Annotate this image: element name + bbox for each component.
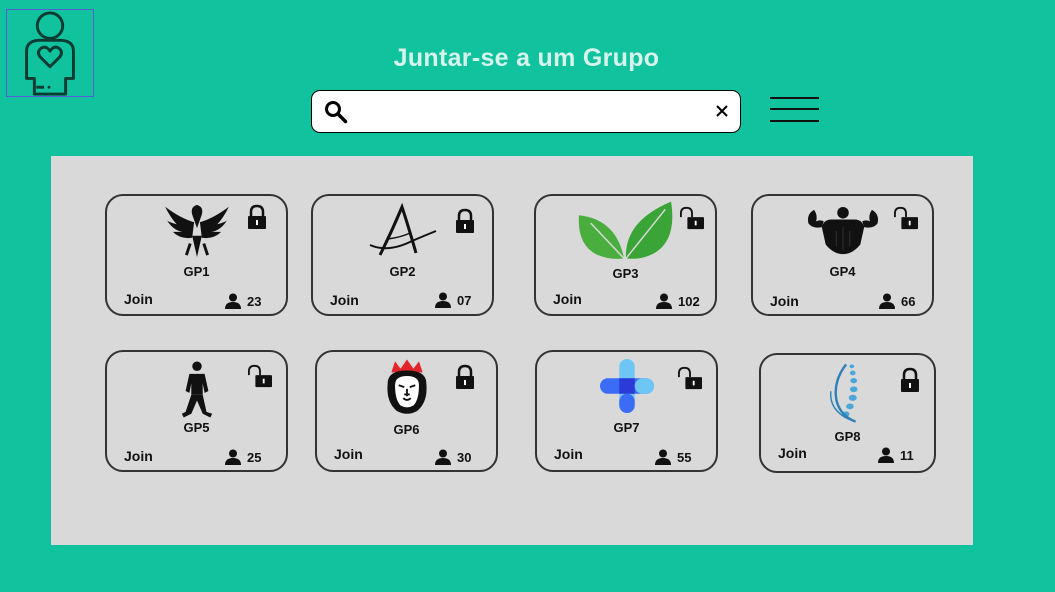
- group-card-gp5[interactable]: GP5 Join 25: [105, 350, 288, 472]
- group-name: GP6: [393, 422, 420, 437]
- member-count: 25: [225, 449, 261, 465]
- leaves-icon: [578, 201, 672, 259]
- member-count-value: 23: [247, 293, 262, 309]
- lock-open-icon: [248, 364, 272, 388]
- bodybuilder-icon: [807, 206, 878, 255]
- hamburger-menu-icon[interactable]: [770, 94, 820, 128]
- join-button[interactable]: Join: [554, 446, 583, 462]
- member-count: 23: [225, 293, 261, 309]
- member-count-value: 11: [900, 447, 914, 463]
- join-button[interactable]: Join: [124, 448, 153, 464]
- member-count: 11: [878, 447, 914, 463]
- user-icon: [655, 449, 671, 465]
- lock-open-icon: [678, 366, 702, 390]
- member-count-value: 102: [678, 293, 700, 309]
- join-button[interactable]: Join: [330, 292, 359, 308]
- lock-closed-icon: [456, 364, 474, 389]
- search-icon[interactable]: [324, 100, 348, 124]
- group-card-gp1[interactable]: GP1 Join 23: [105, 194, 288, 316]
- medical-cross-icon: [599, 359, 654, 413]
- member-count: 102: [656, 293, 700, 309]
- groups-panel: GP1 Join 23 GP2 Join 07 GP3 Join 102 GP4…: [51, 156, 973, 545]
- join-button[interactable]: Join: [778, 445, 807, 461]
- member-count-value: 55: [677, 449, 692, 465]
- lock-open-icon: [894, 206, 918, 230]
- group-card-gp4[interactable]: GP4 Join 66: [751, 194, 934, 316]
- join-button[interactable]: Join: [553, 291, 582, 307]
- join-button[interactable]: Join: [770, 293, 799, 309]
- member-count: 07: [435, 292, 471, 308]
- user-icon: [878, 447, 894, 463]
- close-icon[interactable]: [712, 101, 732, 121]
- group-name: GP4: [829, 264, 856, 279]
- group-card-gp6[interactable]: GP6 Join 30: [315, 350, 498, 472]
- user-icon: [435, 292, 451, 308]
- letter-a-icon: [369, 203, 436, 256]
- search-bar[interactable]: [311, 90, 741, 133]
- lock-closed-icon: [901, 367, 919, 392]
- member-count-value: 07: [457, 292, 472, 308]
- user-icon: [225, 293, 241, 309]
- lock-closed-icon: [456, 208, 474, 233]
- user-icon: [435, 449, 451, 465]
- group-name: GP8: [834, 429, 861, 444]
- group-card-gp8[interactable]: GP8 Join 11: [759, 353, 936, 473]
- spine-icon: [829, 363, 858, 423]
- user-icon: [879, 293, 895, 309]
- lock-closed-icon: [248, 204, 266, 229]
- search-input[interactable]: [356, 97, 690, 127]
- page-title: Juntar-se a um Grupo: [393, 44, 660, 72]
- member-count: 30: [435, 449, 471, 465]
- member-count-value: 25: [247, 449, 262, 465]
- lock-open-icon: [680, 206, 704, 230]
- eagle-icon: [164, 204, 229, 258]
- user-icon: [225, 449, 241, 465]
- member-count: 55: [655, 449, 691, 465]
- join-button[interactable]: Join: [124, 291, 153, 307]
- user-icon: [656, 293, 672, 309]
- group-card-gp2[interactable]: GP2 Join 07: [311, 194, 494, 316]
- group-card-gp3[interactable]: GP3 Join 102: [534, 194, 717, 316]
- group-name: GP3: [612, 266, 639, 281]
- member-count-value: 66: [901, 293, 916, 309]
- group-name: GP1: [183, 264, 210, 279]
- group-name: GP7: [613, 420, 640, 435]
- lion-icon: [386, 359, 427, 414]
- group-name: GP5: [183, 420, 210, 435]
- group-name: GP2: [389, 264, 416, 279]
- group-card-gp7[interactable]: GP7 Join 55: [535, 350, 718, 472]
- member-count-value: 30: [457, 449, 472, 465]
- member-count: 66: [879, 293, 915, 309]
- soccer-player-icon: [181, 361, 212, 418]
- join-button[interactable]: Join: [334, 446, 363, 462]
